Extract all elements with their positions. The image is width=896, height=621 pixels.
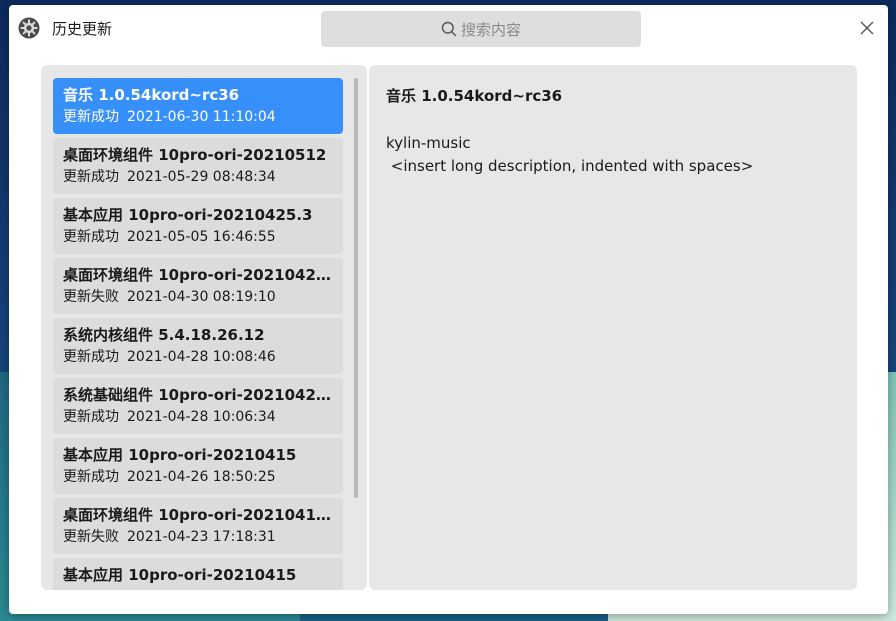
history-item-time: 2021-04-26 18:50:25 bbox=[127, 469, 276, 485]
history-item-time: 2021-06-30 11:10:04 bbox=[127, 109, 276, 125]
history-item-status-line: 更新成功 2021-05-05 16:46:55 bbox=[63, 226, 333, 248]
history-item-status-line: 更新成功 2021-06-30 11:10:04 bbox=[63, 106, 333, 128]
history-item[interactable]: 系统内核组件 5.4.18.26.12 更新成功 2021-04-28 10:08:… bbox=[53, 318, 343, 374]
history-item-name: 基本应用 10pro-ori-20210415 bbox=[63, 446, 297, 464]
history-item[interactable]: 基本应用 10pro-ori-20210415 更新成功 2021-04-26 18… bbox=[53, 438, 343, 494]
history-item-time: 2021-05-29 08:48:34 bbox=[127, 169, 276, 185]
detail-title: 音乐 1.0.54kord~rc36 bbox=[386, 87, 563, 105]
history-item-status-line: 更新成功 2021-05-29 08:48:34 bbox=[63, 166, 333, 188]
close-icon bbox=[860, 20, 874, 39]
history-item-status: 更新失败 bbox=[63, 529, 119, 545]
history-item-name: 音乐 1.0.54kord~rc36 bbox=[63, 86, 240, 104]
window-title: 历史更新 bbox=[52, 20, 113, 38]
history-item-status-line bbox=[63, 586, 333, 590]
gear-icon bbox=[18, 17, 40, 39]
history-item-status-line: 更新成功 2021-04-28 10:06:34 bbox=[63, 406, 333, 428]
history-item-status: 更新失败 bbox=[63, 289, 119, 305]
history-item-status: 更新成功 bbox=[63, 469, 119, 485]
history-item-time: 2021-05-05 16:46:55 bbox=[127, 229, 276, 245]
history-item-status: 更新成功 bbox=[63, 409, 119, 425]
close-button[interactable] bbox=[857, 19, 877, 39]
history-item-name: 系统基础组件 10pro-ori-20210425.… bbox=[63, 386, 333, 404]
history-list: 音乐 1.0.54kord~rc36 更新成功 2021-06-30 11:10:0… bbox=[53, 78, 343, 590]
history-item-status-line: 更新失败 2021-04-23 17:18:31 bbox=[63, 526, 333, 548]
history-item-time: 2021-04-30 08:19:10 bbox=[127, 289, 276, 305]
detail-description: <insert long description, indented with … bbox=[386, 157, 754, 175]
search-placeholder: 搜索内容 bbox=[460, 20, 521, 39]
history-item[interactable]: 基本应用 10pro-ori-20210415 bbox=[53, 558, 343, 590]
history-item-name: 基本应用 10pro-ori-20210425.3 bbox=[63, 206, 313, 224]
detail-package-name: kylin-music bbox=[386, 134, 471, 152]
search-input[interactable]: 搜索内容 bbox=[321, 11, 641, 47]
history-item-time: 2021-04-28 10:08:46 bbox=[127, 349, 276, 365]
history-item-status: 更新成功 bbox=[63, 169, 119, 185]
scrollbar[interactable] bbox=[354, 78, 358, 498]
history-item-status: 更新成功 bbox=[63, 109, 119, 125]
search-icon bbox=[441, 21, 457, 37]
history-item-status: 更新成功 bbox=[63, 229, 119, 245]
history-item-name: 系统内核组件 5.4.18.26.12 bbox=[63, 326, 265, 344]
history-item-time: 2021-04-28 10:06:34 bbox=[127, 409, 276, 425]
history-item[interactable]: 系统基础组件 10pro-ori-20210425.… 更新成功 2021-04-2… bbox=[53, 378, 343, 434]
titlebar: 历史更新 搜索内容 bbox=[9, 5, 888, 55]
history-item-name: 桌面环境组件 10pro-ori-20210512 bbox=[63, 146, 327, 164]
history-item-status-line: 更新失败 2021-04-30 08:19:10 bbox=[63, 286, 333, 308]
history-item[interactable]: 基本应用 10pro-ori-20210425.3 更新成功 2021-05-05 … bbox=[53, 198, 343, 254]
history-item-status: 更新成功 bbox=[63, 349, 119, 365]
history-item-status-line: 更新成功 2021-04-28 10:08:46 bbox=[63, 346, 333, 368]
history-item-name: 桌面环境组件 10pro-ori-20210425.2 bbox=[63, 266, 333, 284]
history-item-status-line: 更新成功 2021-04-26 18:50:25 bbox=[63, 466, 333, 488]
history-item[interactable]: 音乐 1.0.54kord~rc36 更新成功 2021-06-30 11:10:0… bbox=[53, 78, 343, 134]
history-item[interactable]: 桌面环境组件 10pro-ori-20210512 更新成功 2021-05-29 … bbox=[53, 138, 343, 194]
history-list-panel: 音乐 1.0.54kord~rc36 更新成功 2021-06-30 11:10:0… bbox=[41, 65, 367, 590]
history-item[interactable]: 桌面环境组件 10pro-ori-20210415.2 更新失败 2021-04-2… bbox=[53, 498, 343, 554]
history-item-name: 桌面环境组件 10pro-ori-20210415.2 bbox=[63, 506, 333, 524]
detail-panel: 音乐 1.0.54kord~rc36 kylin-music <insert l… bbox=[369, 65, 857, 590]
update-history-window: 历史更新 搜索内容 音乐 1.0.54kord~rc36 更新成功 2021-06-… bbox=[9, 5, 888, 614]
history-item-time: 2021-04-23 17:18:31 bbox=[127, 529, 276, 545]
history-item-name: 基本应用 10pro-ori-20210415 bbox=[63, 566, 297, 584]
history-item[interactable]: 桌面环境组件 10pro-ori-20210425.2 更新失败 2021-04-3… bbox=[53, 258, 343, 314]
